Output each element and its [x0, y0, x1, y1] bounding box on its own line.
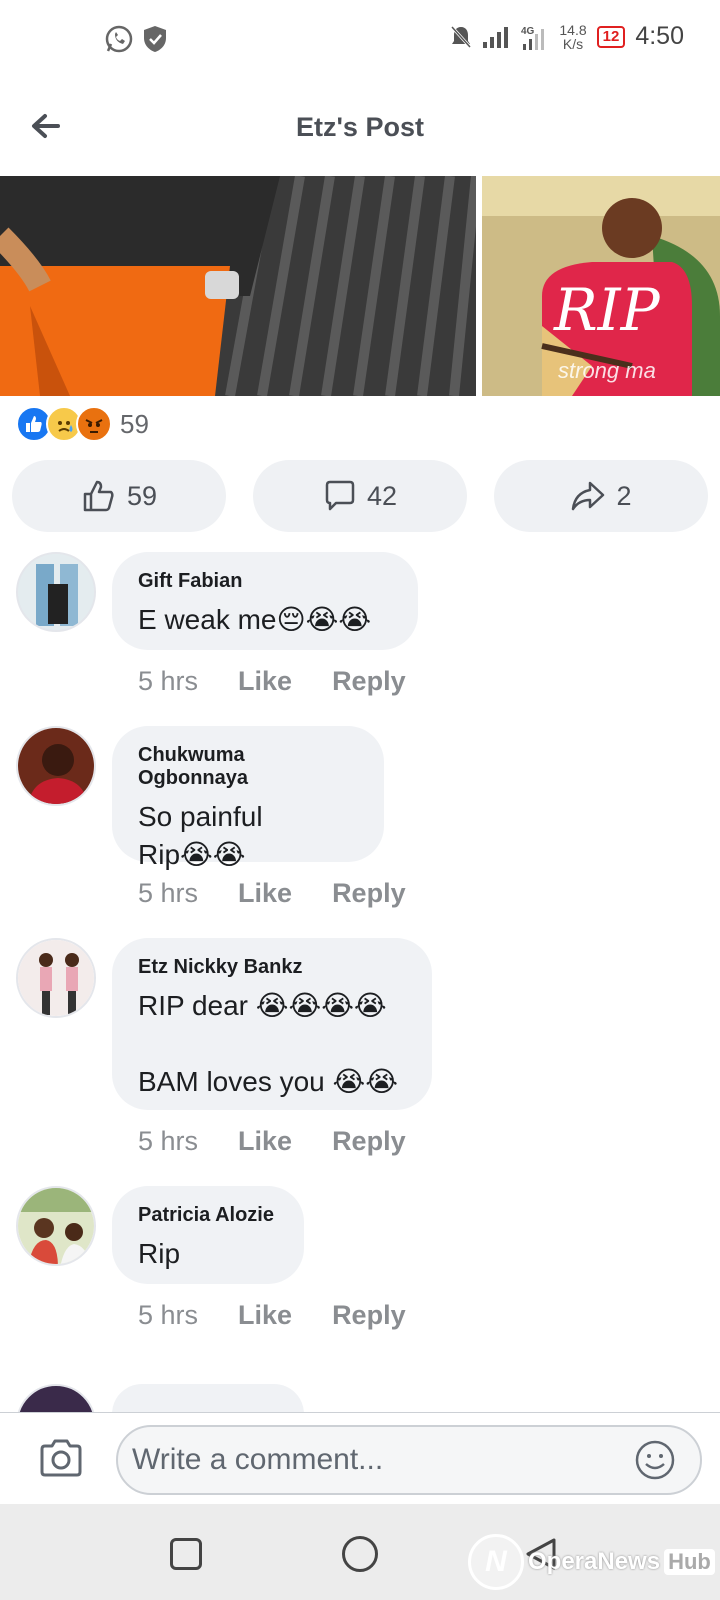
comment-meta: 5 hrs Like Reply: [138, 1126, 406, 1157]
comment-like-button[interactable]: Like: [238, 666, 292, 697]
comment-meta: 5 hrs Like Reply: [138, 666, 406, 697]
post-photo-right[interactable]: RIP strong ma: [482, 176, 720, 396]
commenter-name[interactable]: Etz Nickky Bankz: [138, 956, 406, 979]
comment-time: 5 hrs: [138, 666, 199, 696]
smiley-icon: [635, 1440, 675, 1480]
comment-reply-button[interactable]: Reply: [332, 666, 406, 697]
comment-input[interactable]: [116, 1425, 702, 1495]
watermark-brand: OperaNews: [528, 1548, 661, 1575]
camera-button[interactable]: [38, 1437, 84, 1481]
svg-text:4G: 4G: [521, 26, 535, 37]
network-speed: 14.8 K/s: [559, 23, 586, 51]
opera-news-logo-icon: N: [468, 1534, 524, 1590]
avatar[interactable]: [16, 552, 96, 632]
photo-caption: strong ma: [558, 358, 656, 383]
comment-reply-button[interactable]: Reply: [332, 1300, 406, 1331]
photo-left-image: [0, 176, 476, 396]
comment-text: E weak me😔😭😭: [138, 604, 372, 635]
clock: 4:50: [635, 22, 684, 50]
comment-time: 5 hrs: [138, 878, 199, 908]
status-bar: 4G 14.8 K/s 12 4:50: [0, 0, 720, 80]
post-actions: 59 42 2: [12, 460, 708, 532]
system-nav-bar: N OperaNews Hub: [0, 1504, 720, 1600]
post-photo-left[interactable]: [0, 176, 476, 396]
comment-text: So painful Rip😭😭: [138, 801, 263, 870]
comment-bubble[interactable]: Chukwuma Ogbonnaya So painful Rip😭😭: [112, 726, 384, 870]
camera-icon: [40, 1439, 82, 1477]
comment-bubble[interactable]: Etz Nickky Bankz RIP dear 😭😭😭😭 BAM loves…: [112, 938, 432, 1110]
comment-bubble-icon: [325, 480, 355, 511]
signal-icon: [483, 26, 511, 48]
share-arrow-icon: [572, 481, 605, 511]
recents-button[interactable]: [170, 1538, 202, 1570]
app-header: Etz's Post: [0, 80, 720, 174]
comment-reply-button[interactable]: Reply: [332, 1126, 406, 1157]
mute-bell-icon: [449, 24, 473, 50]
watermark: N OperaNews Hub: [468, 1534, 715, 1590]
comment-like-button[interactable]: Like: [238, 1300, 292, 1331]
share-count: 2: [616, 480, 632, 511]
notification-icons: [104, 24, 168, 54]
photo-overlay-text: RIP: [554, 276, 660, 344]
comment-time: 5 hrs: [138, 1300, 199, 1330]
comment-meta: 5 hrs Like Reply: [138, 878, 406, 909]
avatar[interactable]: [16, 1384, 96, 1412]
comment-reply-button[interactable]: Reply: [332, 878, 406, 909]
net-speed-unit: K/s: [562, 35, 584, 52]
emoji-button[interactable]: [634, 1439, 678, 1483]
avatar[interactable]: [16, 938, 96, 1018]
share-button[interactable]: 2: [494, 460, 708, 532]
avatar[interactable]: [16, 1186, 96, 1266]
comment-time: 5 hrs: [138, 1126, 199, 1156]
angry-reaction-icon: [76, 406, 112, 442]
comment-meta: 5 hrs Like Reply: [138, 1300, 406, 1331]
watermark-hub: Hub: [664, 1549, 715, 1575]
battery-indicator: 12: [596, 25, 626, 48]
signal-4g-icon: 4G: [521, 24, 549, 50]
like-button[interactable]: 59: [12, 460, 226, 532]
thumbs-up-icon: [83, 480, 114, 512]
system-status: 4G 14.8 K/s 12 4:50: [449, 22, 684, 51]
whatsapp-icon: [104, 24, 134, 54]
comment-like-button[interactable]: Like: [238, 1126, 292, 1157]
home-button[interactable]: [342, 1536, 378, 1572]
comment-text: RIP dear 😭😭😭😭 BAM loves you 😭😭: [138, 990, 398, 1097]
commenter-name[interactable]: Gift Fabian: [138, 570, 392, 593]
page-title: Etz's Post: [296, 112, 424, 142]
like-count: 59: [126, 480, 158, 511]
comment-count: 42: [366, 480, 398, 511]
comment-bubble[interactable]: Gift Fabian E weak me😔😭😭: [112, 552, 418, 650]
comment-composer: [0, 1412, 720, 1504]
avatar[interactable]: [16, 726, 96, 806]
reaction-count: 59: [120, 408, 149, 439]
comment-text: Rip: [138, 1238, 181, 1269]
comment-bubble[interactable]: [112, 1384, 304, 1412]
shield-icon: [142, 24, 168, 54]
commenter-name[interactable]: Chukwuma Ogbonnaya: [138, 744, 358, 790]
comment-bubble[interactable]: Patricia Alozie Rip: [112, 1186, 304, 1284]
comment-button[interactable]: 42: [253, 460, 467, 532]
reactions-summary[interactable]: 59: [16, 404, 149, 444]
comment-item-partial: [0, 1384, 720, 1412]
commenter-name[interactable]: Patricia Alozie: [138, 1204, 278, 1227]
comment-like-button[interactable]: Like: [238, 878, 292, 909]
